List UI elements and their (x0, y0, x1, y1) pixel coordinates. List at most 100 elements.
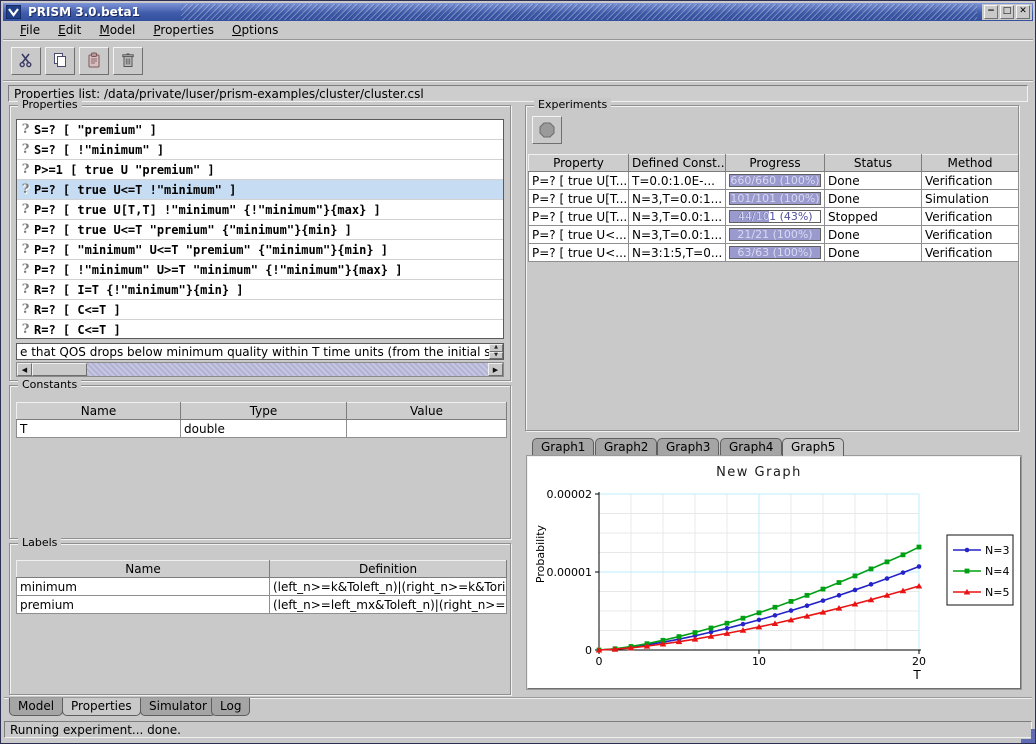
property-text: S=? [ "premium" ] (34, 123, 157, 137)
minimize-icon[interactable]: − (984, 5, 998, 19)
scroll-right-icon[interactable]: ▶ (488, 363, 503, 376)
cut-icon (18, 52, 34, 71)
label-row[interactable]: minimum(left_n>=k&Toleft_n)|(right_n>=k&… (17, 578, 507, 596)
experiment-progress-cell: 44/101 (43%)44/101 (43%) (726, 208, 825, 226)
cut-button[interactable] (11, 47, 41, 75)
experiment-constants-cell: N=3,T=0.0:1... (629, 190, 726, 208)
column-header-property[interactable]: Property (529, 155, 629, 172)
menu-item-file[interactable]: File (11, 21, 49, 39)
property-item[interactable]: ?R=? [ C<=T ] (17, 300, 503, 320)
experiment-progress-cell: 63/63 (100%) (726, 244, 825, 262)
property-text: P=? [ !"minimum" U>=T "minimum" {!"minim… (34, 263, 402, 277)
column-header-defined-const[interactable]: Defined Const... (629, 155, 726, 172)
experiment-constants-cell: N=3,T=0.0:1... (629, 226, 726, 244)
experiment-row[interactable]: P=? [ true U<...N=3,T=0.0:1...21/21 (100… (529, 226, 1019, 244)
property-item[interactable]: ?P=? [ !"minimum" U>=T "minimum" {!"mini… (17, 260, 503, 280)
stop-experiment-button[interactable] (532, 116, 562, 144)
window-menu-icon[interactable] (6, 5, 21, 19)
property-item[interactable]: ?P=? [ true U<=T !"minimum" ] (17, 180, 503, 200)
column-header-definition[interactable]: Definition (270, 561, 507, 578)
progress-bar: 44/101 (43%)44/101 (43%) (729, 210, 821, 223)
tab-model[interactable]: Model (9, 698, 63, 716)
experiment-method-cell: Verification (922, 244, 1019, 262)
menu-item-properties[interactable]: Properties (144, 21, 223, 39)
property-comment-field[interactable]: e that QOS drops below minimum quality w… (16, 343, 504, 360)
menu-item-edit[interactable]: Edit (49, 21, 90, 39)
tab-graph2[interactable]: Graph2 (595, 438, 657, 456)
delete-button[interactable] (113, 47, 143, 75)
svg-text:10: 10 (752, 655, 766, 668)
tab-log[interactable]: Log (211, 698, 250, 716)
property-item[interactable]: ?P=? [ true U<=T "premium" {"minimum"}{m… (17, 220, 503, 240)
table-header-row: NameDefinition (17, 561, 507, 578)
experiment-row[interactable]: P=? [ true U[T...N=3,T=0.0:1...44/101 (4… (529, 208, 1019, 226)
experiment-property-cell: P=? [ true U[T... (529, 172, 629, 190)
svg-text:T: T (912, 668, 921, 682)
scroll-left-icon[interactable]: ◀ (17, 363, 32, 376)
property-item[interactable]: ?S=? [ !"minimum" ] (17, 140, 503, 160)
question-icon: ? (17, 282, 34, 297)
question-icon: ? (17, 182, 34, 197)
column-header-name[interactable]: Name (17, 403, 181, 420)
properties-list-path: Properties list: /data/private/luser/pri… (8, 85, 1028, 102)
property-text: P=? [ "minimum" U<=T "premium" {"minimum… (34, 243, 388, 257)
scrollbar-thumb[interactable] (32, 363, 87, 376)
question-icon: ? (17, 142, 34, 157)
window-controls: − □ ✕ (982, 4, 1032, 20)
column-header-value[interactable]: Value (347, 403, 507, 420)
column-header-status[interactable]: Status (825, 155, 922, 172)
experiment-status-cell: Done (825, 226, 922, 244)
paste-button[interactable] (79, 47, 109, 75)
properties-list: ?S=? [ "premium" ]?S=? [ !"minimum" ]?P>… (16, 119, 504, 339)
column-header-name[interactable]: Name (17, 561, 270, 578)
experiment-constants-cell: N=3,T=0.0:1... (629, 208, 726, 226)
title-bar[interactable]: PRISM 3.0.beta1 − □ ✕ (3, 3, 1033, 21)
experiment-row[interactable]: P=? [ true U[T...N=3,T=0.0:1...101/101 (… (529, 190, 1019, 208)
column-header-progress[interactable]: Progress (726, 155, 825, 172)
property-item[interactable]: ?P=? [ "minimum" U<=T "premium" {"minimu… (17, 240, 503, 260)
menu-item-options[interactable]: Options (223, 21, 287, 39)
tab-simulator[interactable]: Simulator (140, 698, 216, 716)
progress-text: 21/21 (100%) (730, 229, 820, 240)
experiment-row[interactable]: P=? [ true U[T...T=0.0:1.0E-...660/660 (… (529, 172, 1019, 190)
property-item[interactable]: ?P>=1 [ true U "premium" ] (17, 160, 503, 180)
experiment-row[interactable]: P=? [ true U<...N=3:1:5,T=0...63/63 (100… (529, 244, 1019, 262)
tab-properties[interactable]: Properties (62, 698, 141, 716)
menu-item-model[interactable]: Model (90, 21, 144, 39)
constants-group-title: Constants (18, 378, 81, 392)
tab-graph4[interactable]: Graph4 (720, 438, 782, 456)
progress-text: 44/101 (43%) (730, 211, 769, 222)
column-header-method[interactable]: Method (922, 155, 1019, 172)
experiment-method-cell: Verification (922, 172, 1019, 190)
property-item[interactable]: ?S=? [ "premium" ] (17, 120, 503, 140)
experiment-method-cell: Verification (922, 208, 1019, 226)
copy-button[interactable] (45, 47, 75, 75)
spinner-down-icon[interactable]: ▼ (489, 352, 503, 360)
progress-bar: 21/21 (100%) (729, 228, 821, 241)
progress-text-clip: 44/101 (43%) (730, 211, 769, 222)
property-item[interactable]: ?R=? [ C<=T ] (17, 320, 503, 339)
constant-row[interactable]: Tdouble (17, 420, 507, 438)
property-item[interactable]: ?R=? [ I=T {!"minimum"}{min} ] (17, 280, 503, 300)
tab-graph5[interactable]: Graph5 (782, 438, 844, 456)
property-item[interactable]: ?P=? [ true U[T,T] !"minimum" {!"minimum… (17, 200, 503, 220)
comment-spinner: ▲ ▼ (489, 344, 503, 359)
svg-text:0: 0 (596, 655, 603, 668)
label-row[interactable]: premium(left_n>=left_mx&Toleft_n)|(right… (17, 596, 507, 614)
status-bar: Running experiment... done. (4, 721, 1032, 738)
close-icon[interactable]: ✕ (1016, 5, 1030, 19)
tab-graph3[interactable]: Graph3 (657, 438, 719, 456)
maximize-icon[interactable]: □ (1000, 5, 1014, 19)
progress-bar: 101/101 (100%) (729, 192, 821, 205)
column-header-type[interactable]: Type (181, 403, 347, 420)
property-text: P=? [ true U[T,T] !"minimum" {!"minimum"… (34, 203, 381, 217)
tab-graph1[interactable]: Graph1 (532, 438, 594, 456)
experiment-property-cell: P=? [ true U<... (529, 244, 629, 262)
graph-canvas[interactable]: 00.000010.0000201020New GraphProbability… (528, 457, 1020, 686)
resize-corner[interactable] (1021, 729, 1035, 743)
spinner-up-icon[interactable]: ▲ (489, 344, 503, 352)
experiment-progress-cell: 660/660 (100%) (726, 172, 825, 190)
scrollbar-track[interactable] (87, 363, 488, 376)
property-text: P>=1 [ true U "premium" ] (34, 163, 215, 177)
table-header-row: NameTypeValue (17, 403, 507, 420)
